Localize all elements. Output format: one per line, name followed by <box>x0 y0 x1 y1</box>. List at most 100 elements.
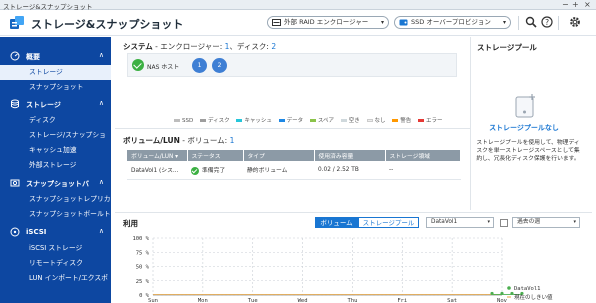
no-storage-pool-link[interactable]: ストレージプールなし <box>474 123 574 133</box>
sidebar-section-overview[interactable]: 概要 ∧ <box>0 49 111 63</box>
usage-title: 利用 <box>123 219 138 228</box>
chevron-up-icon: ∧ <box>98 99 104 107</box>
system-panel-title: システム - エンクロージャー: 1、ディスク: 2 <box>123 41 276 52</box>
sidebar-item-snapshot-vault[interactable]: スナップショットボールト <box>0 207 111 222</box>
x-tick-label: Tue <box>248 298 258 303</box>
sidebar-item-snapshot[interactable]: スナップショット <box>0 80 111 95</box>
legend-swatch <box>366 119 373 122</box>
column-header-status[interactable]: ステータス <box>187 150 244 161</box>
column-header-used[interactable]: 使用済み容量 <box>314 150 386 161</box>
sidebar-section-iscsi[interactable]: iSCSI ∧ <box>0 225 111 239</box>
legend-item: エラー <box>418 116 443 124</box>
x-tick-label: Fri <box>397 298 407 303</box>
legend-swatch <box>199 119 206 122</box>
help-icon[interactable]: ? <box>541 16 553 28</box>
legend-label: 空き <box>348 118 360 124</box>
table-row[interactable]: DataVol1 (シス... 準備完了 静的ボリューム 0.02 / 2.52… <box>127 161 461 180</box>
search-icon[interactable] <box>525 16 537 28</box>
disk-count: 2 <box>271 42 277 51</box>
data-point <box>500 291 504 296</box>
legend-swatch <box>309 119 316 122</box>
sidebar-item-lun-import-export[interactable]: LUN インポート/エクスポ <box>0 271 111 286</box>
sidebar-item-disks[interactable]: ディスク <box>0 113 111 128</box>
storage-pool-description: ストレージプールを使用して、物理ディスクを単一ストレージスペースとして集約し、冗… <box>476 140 580 162</box>
window-titlebar: ストレージ&スナップショット − + × <box>0 0 596 11</box>
legend-label: エラー <box>426 118 443 124</box>
sidebar-section-label: 概要 <box>26 53 40 61</box>
check-circle-icon <box>191 166 199 175</box>
raid-enclosure-icon <box>272 19 281 26</box>
sidebar-section-label: ストレージ <box>26 101 61 109</box>
enclosure-label: - エンクロージャー: <box>152 42 225 51</box>
column-header-storage-area[interactable]: ストレージ領域 <box>385 150 461 161</box>
legend-label: DataVol1 <box>514 286 541 292</box>
check-circle-icon <box>132 59 144 71</box>
dashboard-icon <box>10 51 20 61</box>
app-header: ストレージ&スナップショット 外部 RAID エンクロージャー ▾ SSD オー… <box>0 10 596 36</box>
disk-label: 、ディスク: <box>229 42 272 51</box>
external-raid-button[interactable]: 外部 RAID エンクロージャー ▾ <box>267 16 389 29</box>
tab-storage-pool[interactable]: ストレージプール <box>358 217 419 228</box>
legend-swatch <box>392 119 399 122</box>
volume-panel-title: ボリューム/LUN - ボリューム: 1 <box>123 135 234 146</box>
sidebar-item-storage[interactable]: ストレージ <box>0 65 111 80</box>
x-tick-label: Sat <box>447 298 457 303</box>
legend-swatch <box>174 119 180 122</box>
sidebar-item-remote-disk[interactable]: リモートディスク <box>0 256 111 271</box>
legend-swatch <box>278 119 285 122</box>
column-header-volume[interactable]: ボリューム/LUN ▾ <box>127 150 188 161</box>
gear-icon[interactable] <box>569 16 581 28</box>
volume-lun-panel: ボリューム/LUN - ボリューム: 1 ボリューム/LUN ▾ ステータス タ… <box>119 131 467 211</box>
sidebar: 概要 ∧ ストレージ スナップショット ストレージ ∧ ディスク ストレージ/ス… <box>0 37 111 303</box>
calendar-icon[interactable] <box>500 219 508 227</box>
volume-status-cell: 準備完了 <box>187 161 243 180</box>
sidebar-item-snapshot-replica[interactable]: スナップショットレプリカ <box>0 192 111 207</box>
header-divider <box>558 16 559 30</box>
volume-title: ボリューム/LUN <box>123 136 180 145</box>
storage-pool-panel: ストレージプール ストレージプールなし ストレージプールを使用して、物理ディスク… <box>474 37 596 210</box>
snapshot-backup-icon <box>10 179 20 187</box>
sidebar-section-label: iSCSI <box>26 228 47 236</box>
chevron-down-icon: ▾ <box>573 219 576 225</box>
period-select[interactable]: 過去の週 ▾ <box>512 217 580 228</box>
legend-item: データ <box>278 116 303 124</box>
legend-label: 警告 <box>400 118 412 124</box>
legend-label: スペア <box>317 118 334 124</box>
legend-swatch <box>236 119 243 122</box>
period-select-value: 過去の週 <box>517 219 541 225</box>
sidebar-section-snapshot-backup[interactable]: スナップショットバ ∧ <box>0 176 111 190</box>
ssd-icon <box>399 19 408 26</box>
sidebar-item-external-storage[interactable]: 外部ストレージ <box>0 158 111 173</box>
x-tick-label: Thu <box>347 298 357 303</box>
sidebar-item-cache-acceleration[interactable]: キャッシュ加速 <box>0 143 111 158</box>
disk-legend: SSD ディスク キャッシュ データ スペア 空き なし 警告 エラー <box>174 116 464 124</box>
panel-divider <box>115 128 470 129</box>
volume-count-label: - ボリューム: <box>179 136 230 145</box>
tab-volume[interactable]: ボリューム <box>315 217 358 228</box>
sidebar-item-storage-snapshot[interactable]: ストレージ/スナップショ <box>0 128 111 143</box>
maximize-button[interactable]: + <box>572 0 579 9</box>
system-panel: システム - エンクロージャー: 1、ディスク: 2 NAS ホスト 1 2 S… <box>119 37 467 124</box>
legend-item: 空き <box>340 116 360 124</box>
volume-select[interactable]: DataVol1 ▾ <box>426 217 494 228</box>
chevron-down-icon: ▾ <box>380 19 384 26</box>
volume-count: 1 <box>229 136 235 145</box>
chevron-up-icon: ∧ <box>98 227 104 235</box>
minimize-button[interactable]: − <box>562 0 569 9</box>
volume-status-text: 準備完了 <box>202 168 226 174</box>
disk-slot-1[interactable]: 1 <box>192 58 207 73</box>
table-header-row: ボリューム/LUN ▾ ステータス タイプ 使用済み容量 ストレージ領域 <box>127 150 461 161</box>
sidebar-item-iscsi-storage[interactable]: iSCSI ストレージ <box>0 241 111 256</box>
sidebar-section-storage[interactable]: ストレージ ∧ <box>0 97 111 111</box>
usage-chart: 100 %75 %50 %25 %0 % Sun Mon Tue Wed Thu Fri S… <box>132 236 553 303</box>
volume-table: ボリューム/LUN ▾ ステータス タイプ 使用済み容量 ストレージ領域 Dat… <box>127 150 461 180</box>
legend-label: ディスク <box>207 118 230 124</box>
close-button[interactable]: × <box>584 0 591 9</box>
ssd-overprovision-label: SSD オーバープロビジョン <box>411 18 491 26</box>
column-header-type[interactable]: タイプ <box>243 150 315 161</box>
ssd-overprovision-button[interactable]: SSD オーバープロビジョン ▾ <box>394 16 511 29</box>
chevron-up-icon: ∧ <box>98 178 104 186</box>
disk-slot-2[interactable]: 2 <box>212 58 227 73</box>
legend-item: SSD <box>174 118 193 124</box>
legend-item: ディスク <box>199 116 230 124</box>
